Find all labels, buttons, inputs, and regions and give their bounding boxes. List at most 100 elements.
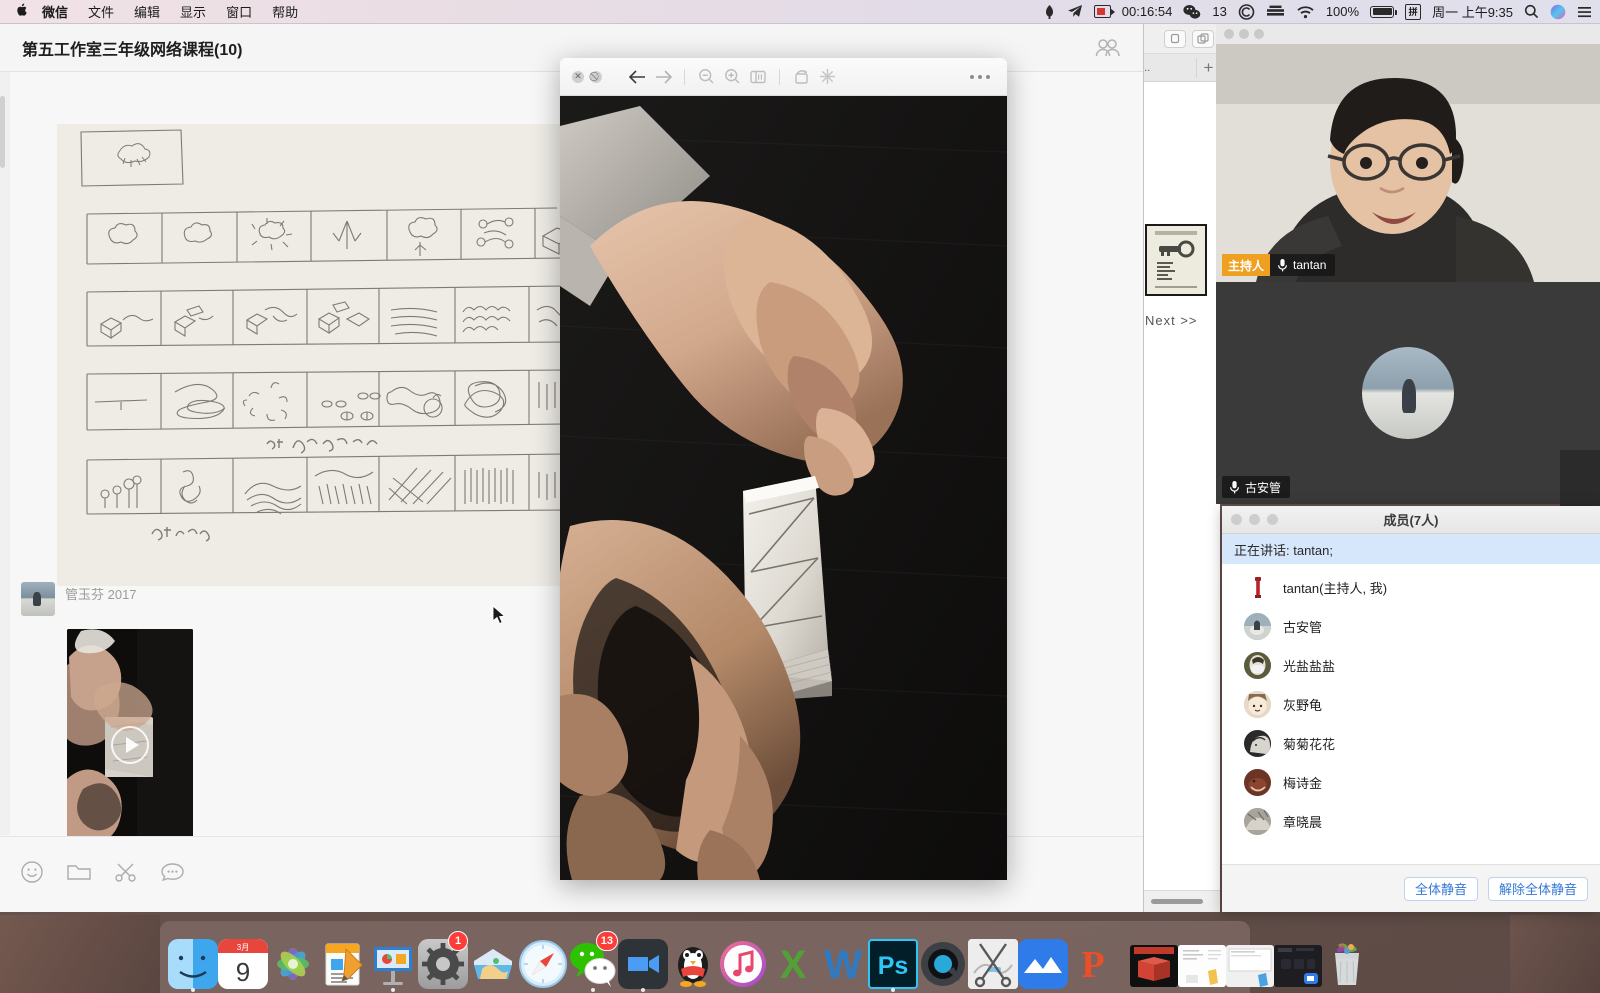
minimize-icon[interactable] xyxy=(1239,29,1249,39)
duplicate-icon[interactable] xyxy=(1192,29,1214,48)
list-item[interactable]: 梅诗金 xyxy=(1222,763,1600,802)
list-item[interactable]: 章晓晨 xyxy=(1222,802,1600,841)
creative-cloud-icon[interactable] xyxy=(1238,3,1255,20)
calendar-icon[interactable]: 3月 9 xyxy=(218,939,268,989)
finder-icon[interactable] xyxy=(168,939,218,989)
list-item[interactable]: 灰野龟 xyxy=(1222,685,1600,724)
equalizer-icon[interactable] xyxy=(1266,4,1285,19)
preview-window[interactable]: ✕ ⃠ xyxy=(560,58,1007,880)
dark-app-window[interactable] xyxy=(1274,945,1322,987)
zoom-in-icon[interactable] xyxy=(719,68,745,85)
more-options-icon[interactable] xyxy=(967,73,993,81)
snipaste-scissors-icon[interactable] xyxy=(968,939,1018,989)
list-item[interactable]: tantan(主持人, 我) xyxy=(1222,568,1600,607)
dock-item-qq[interactable] xyxy=(668,933,718,989)
rotate-icon[interactable] xyxy=(788,69,814,85)
dock-item-safari[interactable] xyxy=(518,933,568,989)
chat-history-icon[interactable] xyxy=(160,860,185,889)
pages-icon[interactable] xyxy=(318,939,368,989)
dock-item-app-store[interactable] xyxy=(468,933,518,989)
arrow-left-icon[interactable] xyxy=(624,69,650,84)
dock-item-word[interactable]: W xyxy=(818,933,868,989)
photoshop-icon[interactable]: Ps xyxy=(868,939,918,989)
no-entry-icon[interactable]: ⃠ xyxy=(590,70,602,83)
wechat-menu-icon[interactable] xyxy=(1183,4,1201,20)
dock-item-system-preferences[interactable]: 1 xyxy=(418,931,468,989)
maximize-icon[interactable] xyxy=(1254,29,1264,39)
scrollbar-thumb[interactable] xyxy=(0,96,5,168)
scissors-icon[interactable] xyxy=(114,860,138,889)
arrow-right-icon[interactable] xyxy=(650,69,676,84)
avatar[interactable] xyxy=(21,582,55,616)
red-book-window[interactable] xyxy=(1130,945,1178,987)
qq-penguin-icon[interactable] xyxy=(668,939,718,989)
close-icon[interactable]: ✕ xyxy=(572,70,584,83)
dock-minimized-book[interactable] xyxy=(1130,933,1178,989)
group-members-icon[interactable] xyxy=(1095,36,1121,60)
menu-clock[interactable]: 周一 上午9:35 xyxy=(1432,2,1513,21)
notification-center-icon[interactable] xyxy=(1577,5,1592,19)
list-item[interactable]: 光盐盐盐 xyxy=(1222,646,1600,685)
video-tile-host[interactable]: 主持人 tantan xyxy=(1216,44,1600,282)
list-item[interactable]: 菊菊花花 xyxy=(1222,724,1600,763)
dock-item-processing[interactable]: P xyxy=(1068,933,1118,989)
menu-item-view[interactable]: 显示 xyxy=(180,2,206,21)
menu-item-help[interactable]: 帮助 xyxy=(272,2,298,21)
apple-logo-icon[interactable] xyxy=(14,2,28,21)
video-tile-participant[interactable]: 古安管 xyxy=(1216,282,1600,504)
microsoft-excel-icon[interactable]: X xyxy=(768,939,818,989)
dock-item-keynote[interactable] xyxy=(368,933,418,992)
dock-minimized-finder[interactable] xyxy=(1226,933,1274,989)
blue-mountains-icon[interactable] xyxy=(1018,939,1068,989)
dock-item-trash[interactable] xyxy=(1322,933,1372,989)
dock-item-excel[interactable]: X xyxy=(768,933,818,989)
slide-thumbnail[interactable] xyxy=(1145,224,1207,296)
telegram-icon[interactable] xyxy=(1067,4,1083,19)
video-conference-window[interactable]: 主持人 tantan 古安管 xyxy=(1216,24,1600,504)
menu-item-wechat[interactable]: 微信 xyxy=(42,2,68,21)
list-item[interactable]: 古安管 xyxy=(1222,607,1600,646)
siri-icon[interactable] xyxy=(1550,4,1566,20)
finder-window[interactable] xyxy=(1226,945,1274,987)
quicktime-icon[interactable] xyxy=(918,939,968,989)
dock-item-calendar[interactable]: 3月 9 xyxy=(218,933,268,989)
photos-icon[interactable] xyxy=(268,939,318,989)
spotlight-search-icon[interactable] xyxy=(1524,4,1539,19)
dock-item-finder[interactable] xyxy=(168,933,218,992)
dock-minimized-document[interactable] xyxy=(1178,933,1226,989)
close-icon[interactable] xyxy=(1224,29,1234,39)
dock-item-photoshop[interactable]: Ps xyxy=(868,933,918,992)
dock-item-pages[interactable] xyxy=(318,933,368,989)
zoom-out-icon[interactable] xyxy=(693,68,719,85)
itunes-icon[interactable] xyxy=(718,939,768,989)
menu-item-window[interactable]: 窗口 xyxy=(226,2,252,21)
markup-wand-icon[interactable] xyxy=(814,68,840,85)
dock-item-itunes[interactable] xyxy=(718,933,768,989)
message-image-storyboard[interactable] xyxy=(57,124,577,586)
dock-item-zoom[interactable] xyxy=(618,933,668,992)
wifi-icon[interactable] xyxy=(1296,5,1315,19)
folder-icon[interactable] xyxy=(66,860,92,889)
input-method-indicator[interactable]: 拼 xyxy=(1405,3,1422,20)
battery-icon[interactable] xyxy=(1370,5,1398,18)
preview-photo[interactable] xyxy=(560,96,1007,880)
next-link[interactable]: Next >> xyxy=(1145,313,1198,328)
play-icon[interactable] xyxy=(111,725,149,764)
emoji-icon[interactable] xyxy=(20,860,44,889)
processing-p-icon[interactable]: P xyxy=(1068,939,1118,989)
scrollbar-track[interactable] xyxy=(0,72,10,835)
dropbox-icon[interactable] xyxy=(1043,4,1056,20)
dock-minimized-dark-app[interactable] xyxy=(1274,933,1322,989)
sidebar-toggle-icon[interactable] xyxy=(745,70,771,84)
zoom-video-icon[interactable] xyxy=(618,939,668,989)
safari-icon[interactable] xyxy=(518,939,568,989)
screen-record-icon[interactable] xyxy=(1093,5,1115,18)
dock-item-mindmanager[interactable] xyxy=(1018,933,1068,989)
microsoft-word-icon[interactable]: W xyxy=(818,939,868,989)
dock-item-wechat[interactable]: 13 xyxy=(568,931,618,992)
app-store-icon[interactable] xyxy=(468,939,518,989)
keynote-icon[interactable] xyxy=(368,939,418,989)
dock-item-quicktime[interactable] xyxy=(918,933,968,989)
menu-item-edit[interactable]: 编辑 xyxy=(134,2,160,21)
macos-dock[interactable]: 3月 9 1 13 X W Ps P xyxy=(160,921,1359,993)
